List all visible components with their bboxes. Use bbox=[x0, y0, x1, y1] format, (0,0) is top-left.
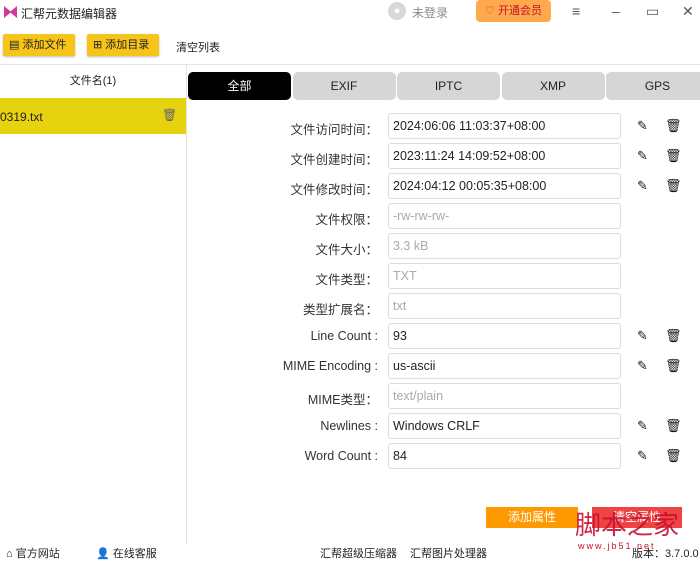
file-name[interactable]: 0319.txt bbox=[0, 110, 43, 124]
website-label: 官方网站 bbox=[15, 548, 60, 560]
support-link[interactable]: 👤 在线客服 bbox=[96, 545, 157, 561]
edit-icon[interactable]: ✎ bbox=[637, 418, 648, 434]
tab-gps[interactable]: GPS bbox=[606, 72, 700, 100]
edit-icon[interactable]: ✎ bbox=[637, 178, 648, 194]
delete-file-icon[interactable]: 🗑 bbox=[162, 108, 177, 122]
vip-label: 开通会员 bbox=[497, 5, 542, 17]
folder-add-icon: ⊞ bbox=[93, 39, 103, 51]
add-directory-button[interactable]: ⊞ 添加目录 bbox=[87, 34, 159, 56]
field-label: 文件权限： bbox=[315, 213, 378, 227]
field-label: 文件创建时间： bbox=[290, 153, 378, 167]
maximize-button[interactable]: ▭ bbox=[646, 3, 659, 20]
website-link[interactable]: ⌂ 官方网站 bbox=[6, 545, 60, 561]
trash-icon[interactable]: 🗑 bbox=[665, 148, 682, 164]
field-value-input[interactable]: -rw-rw-rw- bbox=[388, 203, 621, 229]
login-link[interactable]: 未登录 bbox=[412, 4, 448, 21]
edit-icon[interactable]: ✎ bbox=[637, 148, 648, 164]
app-logo-icon bbox=[4, 6, 17, 18]
edit-icon[interactable]: ✎ bbox=[637, 328, 648, 344]
trash-icon[interactable]: 🗑 bbox=[665, 328, 682, 344]
clear-list-button[interactable]: 清空列表 bbox=[176, 39, 220, 55]
field-label: 文件类型： bbox=[315, 273, 378, 287]
field-value-input[interactable]: 84 bbox=[388, 443, 621, 469]
trash-icon[interactable]: 🗑 bbox=[665, 178, 682, 194]
add-file-button[interactable]: ▤ 添加文件 bbox=[3, 34, 75, 56]
field-value-input[interactable]: 2024:06:06 11:03:37+08:00 bbox=[388, 113, 621, 139]
edit-icon[interactable]: ✎ bbox=[637, 118, 648, 134]
tab-exif[interactable]: EXIF bbox=[292, 72, 396, 100]
user-avatar-icon[interactable]: ● bbox=[388, 2, 406, 20]
add-directory-label: 添加目录 bbox=[105, 39, 150, 51]
field-label: 文件访问时间： bbox=[290, 123, 378, 137]
edit-icon[interactable]: ✎ bbox=[637, 448, 648, 464]
trash-icon[interactable]: 🗑 bbox=[665, 418, 682, 434]
trash-icon[interactable]: 🗑 bbox=[665, 118, 682, 134]
field-label: Word Count : bbox=[304, 449, 378, 463]
field-value-input[interactable]: 3.3 kB bbox=[388, 233, 621, 259]
user-icon: 👤 bbox=[96, 548, 110, 560]
field-label: MIME类型： bbox=[307, 393, 378, 407]
home-icon: ⌂ bbox=[6, 548, 13, 560]
field-value-input[interactable]: 93 bbox=[388, 323, 621, 349]
add-attribute-button[interactable]: 添加属性 bbox=[486, 507, 578, 528]
field-value-input[interactable]: us-ascii bbox=[388, 353, 621, 379]
watermark: 脚本之家 bbox=[575, 511, 680, 541]
field-label: MIME Encoding : bbox=[282, 359, 378, 373]
diamond-icon: ♡ bbox=[485, 5, 495, 17]
edit-icon[interactable]: ✎ bbox=[637, 358, 648, 374]
app-title: 汇帮元数据编辑器 bbox=[21, 7, 118, 21]
add-file-label: 添加文件 bbox=[22, 39, 67, 51]
tab-xmp[interactable]: XMP bbox=[501, 72, 605, 100]
file-list-header: 文件名(1) bbox=[69, 75, 117, 87]
divider bbox=[186, 64, 187, 544]
trash-icon[interactable]: 🗑 bbox=[665, 358, 682, 374]
field-value-input[interactable]: 2024:04:12 00:05:35+08:00 bbox=[388, 173, 621, 199]
file-icon: ▤ bbox=[9, 39, 20, 51]
menu-icon[interactable]: ≡ bbox=[572, 3, 580, 19]
field-value-input[interactable]: text/plain bbox=[388, 383, 621, 409]
field-label: Newlines : bbox=[320, 419, 378, 433]
field-value-input[interactable]: Windows CRLF bbox=[388, 413, 621, 439]
title-bar: 汇帮元数据编辑器 ● 未登录 ♡ 开通会员 ≡ – ▭ ✕ bbox=[0, 0, 700, 24]
field-label: 类型扩展名： bbox=[302, 303, 378, 317]
close-button[interactable]: ✕ bbox=[682, 3, 694, 20]
field-value-input[interactable]: TXT bbox=[388, 263, 621, 289]
minimize-button[interactable]: – bbox=[612, 3, 620, 19]
field-label: 文件修改时间： bbox=[290, 183, 378, 197]
field-label: Line Count : bbox=[310, 329, 378, 343]
tab-iptc[interactable]: IPTC bbox=[397, 72, 500, 100]
divider bbox=[0, 64, 700, 65]
tab-全部[interactable]: 全部 bbox=[188, 72, 291, 100]
support-label: 在线客服 bbox=[112, 548, 157, 560]
trash-icon[interactable]: 🗑 bbox=[665, 448, 682, 464]
watermark-url: www.jb51.net bbox=[578, 541, 656, 551]
field-value-input[interactable]: txt bbox=[388, 293, 621, 319]
compressor-link[interactable]: 汇帮超级压缩器 bbox=[320, 545, 397, 561]
image-tool-link[interactable]: 汇帮图片处理器 bbox=[410, 545, 487, 561]
field-value-input[interactable]: 2023:11:24 14:09:52+08:00 bbox=[388, 143, 621, 169]
vip-button[interactable]: ♡ 开通会员 bbox=[476, 0, 551, 22]
field-label: 文件大小： bbox=[315, 243, 378, 257]
